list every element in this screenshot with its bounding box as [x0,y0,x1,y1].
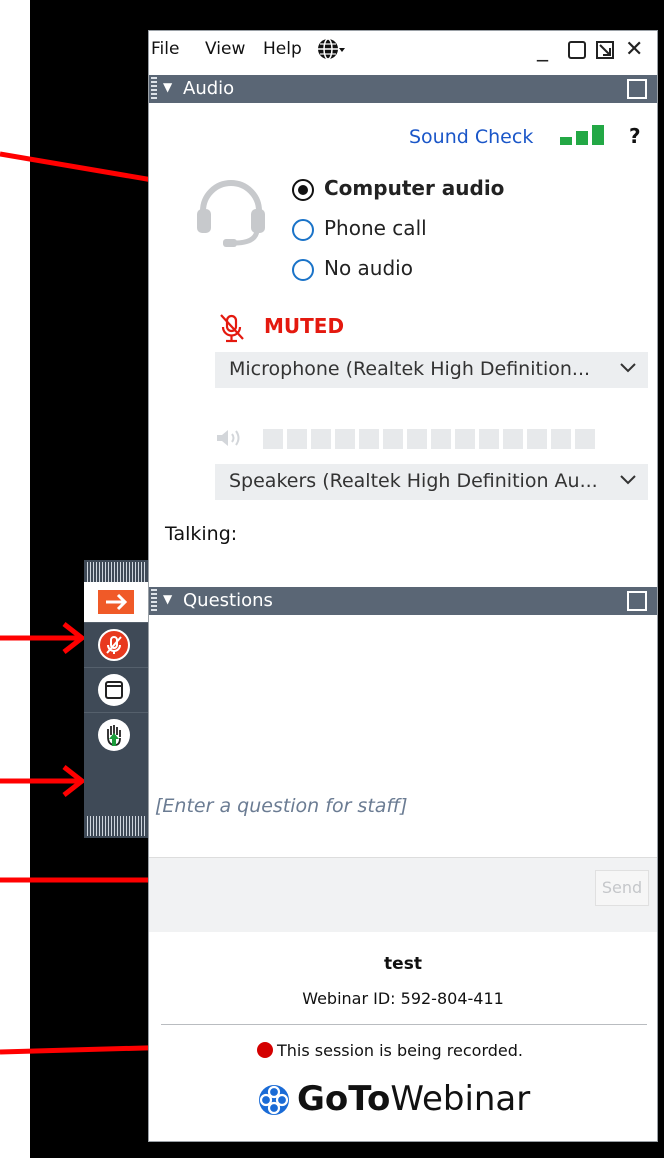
brand-goto: GoTo [297,1079,391,1119]
recording-notice: This session is being recorded. [257,1041,523,1060]
microphone-select-value: Microphone (Realtek High Definition... [229,358,591,380]
toolbar-grip-top[interactable] [87,562,145,582]
signal-bars-icon [560,125,604,145]
radio-button-selected[interactable] [292,179,314,201]
questions-section-header[interactable]: ▼ Questions [149,587,657,615]
muted-microphone-icon[interactable] [219,313,245,343]
menu-bar: File View Help _ ✕ [149,31,657,71]
toolbar-grip-bottom[interactable] [87,816,145,836]
popout-icon[interactable] [627,591,647,611]
send-button[interactable]: Send [595,870,649,906]
audio-header-label: Audio [183,78,235,99]
menu-view[interactable]: View [205,39,245,59]
questions-log [149,617,657,787]
microphone-button-icon [98,629,130,661]
speakers-select[interactable]: Speakers (Realtek High Definition Au... [215,464,648,500]
session-title: test [384,954,422,974]
collapse-triangle-icon: ▼ [163,80,173,94]
collapse-triangle-icon: ▼ [163,592,173,606]
maximize-button[interactable] [567,40,587,60]
radio-label: No audio [324,256,413,280]
webinar-id: Webinar ID: 592-804-411 [302,989,504,1008]
audio-help-icon[interactable]: ? [629,124,641,148]
gotowebinar-wordmark: GoToWebinar [297,1079,530,1119]
microphone-toggle-button[interactable] [84,622,148,667]
chevron-down-icon [620,363,636,373]
radio-button[interactable] [292,219,314,241]
audio-section-header[interactable]: ▼ Audio [149,75,657,103]
show-panel-button[interactable] [84,667,148,712]
radio-label: Computer audio [324,176,505,200]
recording-text: This session is being recorded. [277,1041,523,1060]
header-grip [151,589,157,613]
speaker-level-meter [263,429,599,453]
muted-status-label: MUTED [264,314,345,338]
close-button[interactable]: ✕ [625,37,643,63]
speaker-icon [217,430,240,446]
radio-label: Phone call [324,216,427,240]
headset-icon [197,180,265,247]
speakers-select-value: Speakers (Realtek High Definition Au... [229,470,598,492]
minimize-button[interactable]: _ [537,37,548,63]
popout-icon[interactable] [595,40,615,60]
annotation-arrow-mic [0,622,87,654]
window-icon [98,674,130,706]
collapse-toolbar-button[interactable] [84,582,148,622]
annotation-arrow-hand [0,765,87,797]
side-toolbar [84,560,148,838]
menu-file[interactable]: File [151,39,179,59]
globe-icon[interactable] [317,37,345,61]
divider [161,1024,647,1025]
gotowebinar-logo-icon [259,1085,289,1115]
gotowebinar-control-panel: File View Help _ ✕ ▼ Audio Sound Check ? [148,30,658,1142]
question-input[interactable]: [Enter a question for staff] [155,795,408,817]
chevron-down-icon [620,475,636,485]
question-compose-area[interactable]: Send [149,857,657,932]
microphone-select[interactable]: Microphone (Realtek High Definition... [215,352,648,388]
collapse-arrow-icon [98,590,134,614]
brand-webinar: Webinar [390,1079,531,1119]
questions-header-label: Questions [183,590,273,611]
popout-icon[interactable] [627,79,647,99]
recording-dot-icon [257,1042,273,1058]
talking-label: Talking: [165,523,238,545]
sound-check-link[interactable]: Sound Check [409,126,533,148]
radio-button[interactable] [292,259,314,281]
raise-hand-icon [98,719,130,751]
header-grip [151,77,157,101]
menu-help[interactable]: Help [263,39,302,59]
raise-hand-button[interactable] [84,712,148,757]
